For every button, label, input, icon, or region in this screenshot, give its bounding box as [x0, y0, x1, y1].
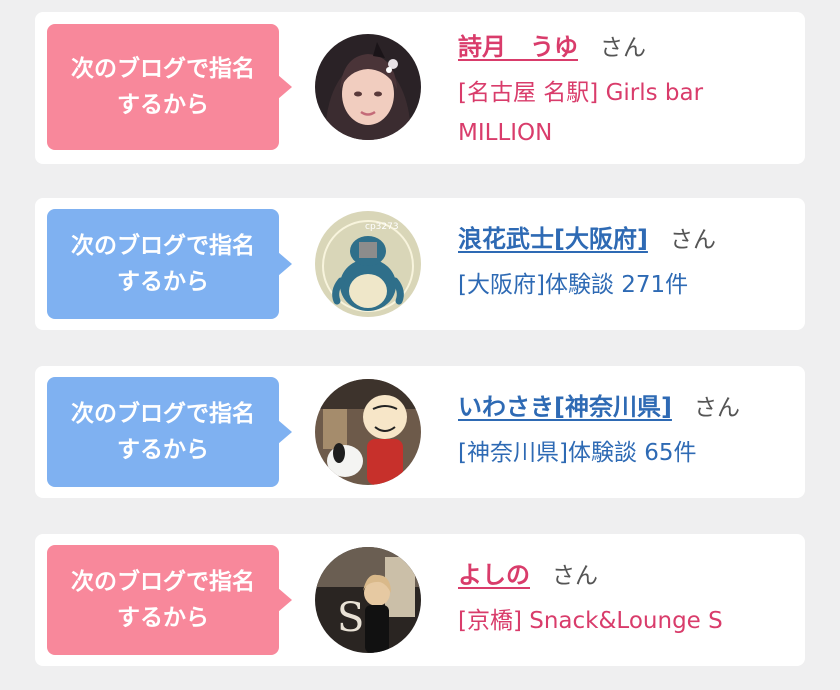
user-info: 詩月 うゆ さん [名古屋 名駅] Girls bar MILLION [458, 32, 798, 153]
honorific-label: さん [693, 395, 740, 421]
nominate-speech-bubble[interactable]: 次のブログで指名 するから [47, 24, 292, 150]
bubble-text-line2: するから [117, 605, 209, 631]
review-info-line1: [神奈川県]体験談 65件 [458, 440, 697, 466]
list-item[interactable]: 次のブログで指名 するから 詩月 うゆ さん [名古屋 名駅] Girls bar… [35, 12, 805, 164]
cp-label: cp3273 [365, 222, 399, 232]
bubble-text-line1: 次のブログで指名 [71, 56, 255, 82]
avatar[interactable] [315, 34, 421, 140]
bubble-text-line2: するから [117, 92, 209, 118]
bubble-text-line2: するから [117, 437, 209, 463]
user-name-link[interactable]: いわさき[神奈川県] [458, 393, 672, 421]
user-name-link[interactable]: よしの [458, 561, 530, 589]
bubble-text-line2: するから [117, 269, 209, 295]
nominate-speech-bubble[interactable]: 次のブログで指名 するから [47, 545, 292, 655]
list-item[interactable]: 次のブログで指名 するから cp3273 浪花武士[大阪府] さん [大阪府]体験… [35, 198, 805, 330]
avatar[interactable] [315, 379, 421, 485]
review-info-line1: [大阪府]体験談 271件 [458, 272, 689, 298]
honorific-label: さん [600, 35, 646, 61]
shop-info: [京橋] Snack&Lounge S [458, 601, 798, 641]
list-item[interactable]: 次のブログで指名 するから S よしの さん [京橋] Snack&Lounge … [35, 534, 805, 666]
honorific-label: さん [669, 227, 716, 253]
user-info: いわさき[神奈川県] さん [神奈川県]体験談 65件 [458, 392, 798, 473]
bubble-text-line1: 次のブログで指名 [71, 401, 255, 427]
svg-text:S: S [337, 595, 364, 641]
honorific-label: さん [552, 563, 598, 589]
shop-info-line2: MILLION [458, 120, 553, 146]
review-info: [大阪府]体験談 271件 [458, 265, 798, 305]
user-name-link[interactable]: 詩月 うゆ [458, 33, 578, 61]
user-info: 浪花武士[大阪府] さん [大阪府]体験談 271件 [458, 224, 798, 305]
list-item[interactable]: 次のブログで指名 するから いわさき[神奈川県] さん [神奈川県]体験談 65件 [35, 366, 805, 498]
shop-info-line1: [名古屋 名駅] Girls bar [458, 80, 704, 106]
bubble-text-line1: 次のブログで指名 [71, 569, 255, 595]
review-info: [神奈川県]体験談 65件 [458, 433, 798, 473]
shop-info-line1: [京橋] Snack&Lounge S [458, 608, 723, 634]
recommendation-list: 次のブログで指名 するから 詩月 うゆ さん [名古屋 名駅] Girls bar… [0, 0, 840, 690]
bubble-text-line1: 次のブログで指名 [71, 233, 255, 259]
shop-info: [名古屋 名駅] Girls bar MILLION [458, 73, 798, 153]
nominate-speech-bubble[interactable]: 次のブログで指名 するから [47, 209, 292, 319]
nominate-speech-bubble[interactable]: 次のブログで指名 するから [47, 377, 292, 487]
user-name-link[interactable]: 浪花武士[大阪府] [458, 225, 648, 253]
user-info: よしの さん [京橋] Snack&Lounge S [458, 560, 798, 641]
avatar[interactable]: S [315, 547, 421, 653]
avatar[interactable]: cp3273 [315, 211, 421, 317]
